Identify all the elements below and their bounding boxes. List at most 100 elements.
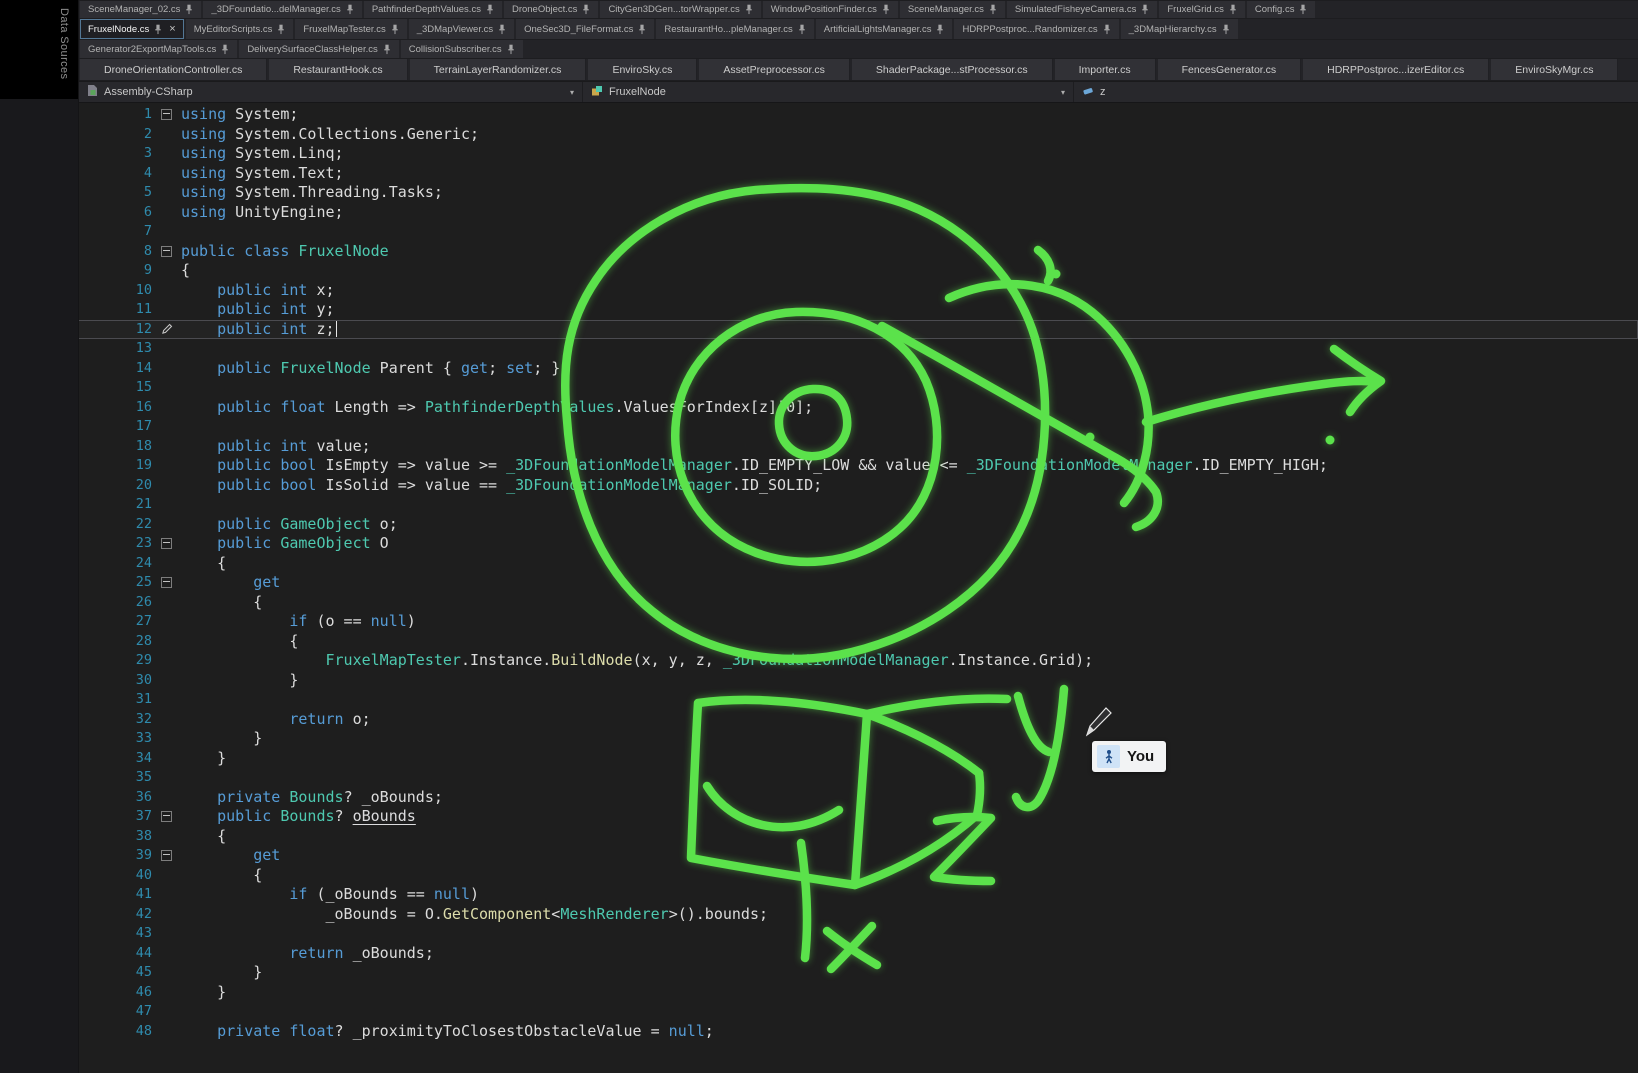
code-line-38[interactable]: 38 { [78,827,1638,847]
tab-fruxelmaptester-cs[interactable]: FruxelMapTester.cs [295,19,406,39]
pin-icon[interactable] [798,24,806,35]
code-line-1[interactable]: 1using System; [78,105,1638,125]
code-line-12[interactable]: 12 public int z; [78,320,1638,340]
pin-icon[interactable] [1299,4,1307,15]
tab-droneorientationcontroller-cs[interactable]: DroneOrientationController.cs [80,59,267,80]
tab-deliverysurfaceclasshelper-cs[interactable]: DeliverySurfaceClassHelper.cs [239,40,398,58]
type-dropdown[interactable]: FruxelNode ▾ [583,82,1074,102]
code-line-35[interactable]: 35 [78,768,1638,788]
code-line-39[interactable]: 39 get [78,846,1638,866]
fold-collapse-icon[interactable] [161,109,172,120]
code-line-22[interactable]: 22 public GameObject o; [78,515,1638,535]
code-line-27[interactable]: 27 if (o == null) [78,612,1638,632]
fold-collapse-icon[interactable] [161,811,172,822]
code-line-33[interactable]: 33 } [78,729,1638,749]
code-line-40[interactable]: 40 { [78,866,1638,886]
tab-citygen3dgen-torwrapper-cs[interactable]: CityGen3DGen...torWrapper.cs [600,1,760,18]
code-line-18[interactable]: 18 public int value; [78,437,1638,457]
pin-icon[interactable] [936,24,944,35]
code-line-37[interactable]: 37 public Bounds? oBounds [78,807,1638,827]
code-line-14[interactable]: 14 public FruxelNode Parent { get; set; … [78,359,1638,379]
close-icon[interactable]: × [167,24,175,35]
code-line-41[interactable]: 41 if (_oBounds == null) [78,885,1638,905]
pin-icon[interactable] [582,4,590,15]
code-line-17[interactable]: 17 [78,417,1638,437]
pin-icon[interactable] [221,44,229,55]
code-line-25[interactable]: 25 get [78,573,1638,593]
fold-collapse-icon[interactable] [161,850,172,861]
tab-windowpositionfinder-cs[interactable]: WindowPositionFinder.cs [763,1,898,18]
code-line-30[interactable]: 30 } [78,671,1638,691]
pin-icon[interactable] [1229,4,1237,15]
code-line-5[interactable]: 5using System.Threading.Tasks; [78,183,1638,203]
code-line-19[interactable]: 19 public bool IsEmpty => value >= _3DFo… [78,456,1638,476]
code-line-8[interactable]: 8public class FruxelNode [78,242,1638,262]
code-line-43[interactable]: 43 [78,924,1638,944]
fold-collapse-icon[interactable] [161,577,172,588]
pin-icon[interactable] [154,24,162,35]
code-editor[interactable]: 1using System;2using System.Collections.… [78,103,1638,1073]
tab-enviroskymgr-cs[interactable]: EnviroSkyMgr.cs [1491,59,1618,80]
fold-collapse-icon[interactable] [161,246,172,257]
code-line-10[interactable]: 10 public int x; [78,281,1638,301]
code-line-45[interactable]: 45 } [78,963,1638,983]
code-line-21[interactable]: 21 [78,495,1638,515]
code-line-34[interactable]: 34 } [78,749,1638,769]
code-line-24[interactable]: 24 { [78,554,1638,574]
code-line-2[interactable]: 2using System.Collections.Generic; [78,125,1638,145]
code-line-42[interactable]: 42 _oBounds = O.GetComponent<MeshRendere… [78,905,1638,925]
tab-scenemanager-cs[interactable]: SceneManager.cs [900,1,1005,18]
code-line-44[interactable]: 44 return _oBounds; [78,944,1638,964]
project-dropdown[interactable]: Assembly-CSharp ▾ [78,82,583,102]
tab-restaurantho-plemanager-cs[interactable]: RestaurantHo...pleManager.cs [656,19,813,39]
code-line-36[interactable]: 36 private Bounds? _oBounds; [78,788,1638,808]
tab-terrainlayerrandomizer-cs[interactable]: TerrainLayerRandomizer.cs [410,59,587,80]
code-line-4[interactable]: 4using System.Text; [78,164,1638,184]
pin-icon[interactable] [498,24,506,35]
pin-icon[interactable] [1141,4,1149,15]
code-line-26[interactable]: 26 { [78,593,1638,613]
pin-icon[interactable] [989,4,997,15]
code-line-3[interactable]: 3using System.Linq; [78,144,1638,164]
tab-artificiallightsmanager-cs[interactable]: ArtificialLightsManager.cs [816,19,953,39]
pin-icon[interactable] [882,4,890,15]
tab-envirosky-cs[interactable]: EnviroSky.cs [588,59,697,80]
code-line-29[interactable]: 29 FruxelMapTester.Instance.BuildNode(x,… [78,651,1638,671]
code-line-15[interactable]: 15 [78,378,1638,398]
code-line-46[interactable]: 46 } [78,983,1638,1003]
code-line-28[interactable]: 28 { [78,632,1638,652]
tab-hdrppostproc-izereditor-cs[interactable]: HDRPPostproc...izerEditor.cs [1303,59,1489,80]
code-line-16[interactable]: 16 public float Length => PathfinderDept… [78,398,1638,418]
tab-assetpreprocessor-cs[interactable]: AssetPreprocessor.cs [699,59,850,80]
tab-scenemanager-02-cs[interactable]: SceneManager_02.cs [80,1,201,18]
tab-collisionsubscriber-cs[interactable]: CollisionSubscriber.cs [401,40,523,58]
tab-myeditorscripts-cs[interactable]: MyEditorScripts.cs [186,19,294,39]
tab-config-cs[interactable]: Config.cs [1247,1,1316,18]
pin-icon[interactable] [391,24,399,35]
pin-icon[interactable] [346,4,354,15]
code-line-7[interactable]: 7 [78,222,1638,242]
pin-icon[interactable] [185,4,193,15]
tab-3dmaphierarchy-cs[interactable]: _3DMapHierarchy.cs [1121,19,1238,39]
tab-shaderpackage-stprocessor-cs[interactable]: ShaderPackage...stProcessor.cs [852,59,1053,80]
tab-3dmapviewer-cs[interactable]: _3DMapViewer.cs [409,19,514,39]
code-line-9[interactable]: 9{ [78,261,1638,281]
code-line-20[interactable]: 20 public bool IsSolid => value == _3DFo… [78,476,1638,496]
pin-icon[interactable] [486,4,494,15]
member-dropdown[interactable]: z [1074,82,1638,102]
code-line-47[interactable]: 47 [78,1002,1638,1022]
tab-generator2exportmaptools-cs[interactable]: Generator2ExportMapTools.cs [80,40,237,58]
tab-onesec3d-fileformat-cs[interactable]: OneSec3D_FileFormat.cs [516,19,654,39]
tool-tab-data-sources[interactable]: Data Sources [58,8,70,79]
pin-icon[interactable] [277,24,285,35]
code-line-31[interactable]: 31 [78,690,1638,710]
pin-icon[interactable] [745,4,753,15]
code-line-13[interactable]: 13 [78,339,1638,359]
pin-icon[interactable] [507,44,515,55]
fold-collapse-icon[interactable] [161,538,172,549]
tab-restauranthook-cs[interactable]: RestaurantHook.cs [269,59,407,80]
tab-hdrppostproc-randomizer-cs[interactable]: HDRPPostproc...Randomizer.cs [954,19,1118,39]
code-line-6[interactable]: 6using UnityEngine; [78,203,1638,223]
tab-importer-cs[interactable]: Importer.cs [1055,59,1156,80]
pin-icon[interactable] [638,24,646,35]
